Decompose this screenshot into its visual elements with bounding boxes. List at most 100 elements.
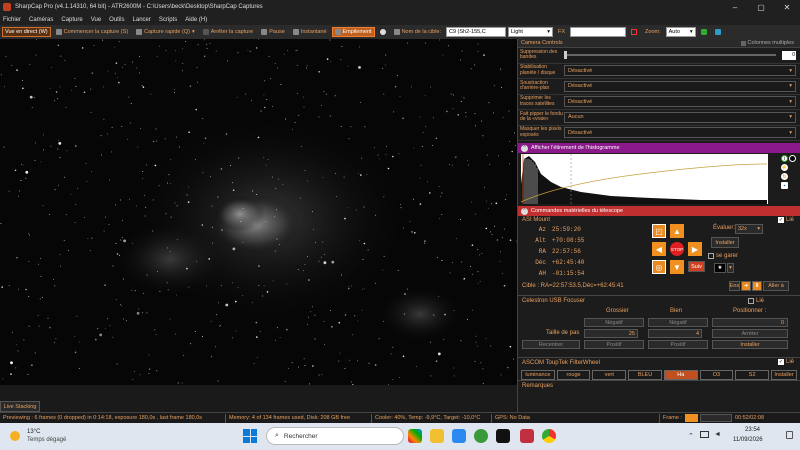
move-east-button[interactable]: ▶ (688, 242, 702, 256)
focuser-linked[interactable]: Lié (748, 298, 764, 304)
histogram-section-header[interactable]: ⌃ Afficher l'étirement de l'histogramme (518, 143, 800, 153)
stop-mount-button[interactable]: STOP (670, 242, 684, 256)
move-south-button[interactable]: ▼ (670, 260, 684, 274)
app-dark-icon[interactable] (496, 429, 510, 443)
info-icon[interactable]: i (781, 155, 788, 162)
filter-s2-button[interactable]: S2 (735, 370, 770, 380)
slider-handle[interactable] (564, 51, 567, 60)
satellite-select[interactable]: Désactivé ▾ (564, 96, 796, 108)
close-button[interactable]: ✕ (774, 0, 800, 14)
histogram-button[interactable] (698, 27, 710, 37)
focuser-stop-button[interactable]: Arrêter (712, 329, 788, 338)
weather-temp[interactable]: 13°C (27, 429, 40, 435)
filter-vert-button[interactable]: vert (592, 370, 627, 380)
move-north-button[interactable]: ▲ (670, 224, 684, 238)
weather-desc[interactable]: Temps dégagé (27, 437, 66, 443)
mail-icon[interactable] (452, 429, 466, 443)
coarse-positive-button[interactable]: Positif (584, 340, 644, 349)
taskbar-search[interactable]: ⌕ Rechercher (266, 427, 404, 445)
colorful-app-icon[interactable] (408, 429, 422, 443)
sharpcap-taskbar-icon[interactable] (520, 429, 534, 443)
rate-select[interactable]: 32x ▾ (735, 224, 763, 234)
fine-positive-button[interactable]: Positif (648, 340, 708, 349)
zoom-select[interactable]: Auto ▾ (665, 27, 696, 37)
stop-capture-button[interactable]: Arrêter la capture (200, 27, 257, 37)
remarks-area[interactable]: Remarques (518, 380, 800, 410)
menu-aide[interactable]: Aide (H) (185, 17, 207, 23)
snapshot-button[interactable]: Instantané (290, 27, 330, 37)
spiral-search-button[interactable]: ◰ (652, 224, 666, 238)
star-button[interactable]: ★ (714, 263, 726, 273)
position-input[interactable]: 0 (712, 318, 788, 327)
menu-lancer[interactable]: Lancer (133, 17, 151, 23)
volume-icon[interactable]: ◄ (714, 431, 721, 438)
live-stacking-tab[interactable]: Live Stacking (0, 401, 40, 412)
coarse-step-input[interactable]: 25 (584, 329, 638, 338)
filter-luminance-button[interactable]: luminance (521, 370, 555, 380)
menu-capture[interactable]: Capture (61, 17, 82, 23)
pause-button[interactable]: Pause (258, 27, 288, 37)
stabilisation-select[interactable]: Désactivé ▾ (564, 65, 796, 77)
filterwheel-install-button[interactable]: Installer (771, 370, 798, 380)
clock-date[interactable]: 11/09/2026 (733, 437, 763, 443)
mount-linked[interactable]: ✓ Lié (777, 217, 794, 223)
weather-icon[interactable] (10, 431, 20, 441)
maximize-button[interactable]: ▢ (748, 0, 774, 14)
live-image[interactable] (0, 39, 517, 385)
telescope-section-header[interactable]: ⌃ Commandes matérielles du télescope (518, 206, 800, 216)
goto-button[interactable]: Aller à (763, 281, 789, 291)
recenter-button[interactable]: Recentrer (522, 340, 580, 349)
fine-negative-button[interactable]: Négatif (648, 318, 708, 327)
save-icon[interactable]: ▪ (781, 182, 788, 189)
live-view-button[interactable]: Vue en direct (W) (2, 27, 51, 37)
network-icon[interactable] (700, 431, 709, 438)
minimize-button[interactable]: – (722, 0, 748, 14)
frame-type-select[interactable]: Light ▾ (508, 27, 553, 37)
stacking-button[interactable]: Empilement (331, 27, 375, 37)
lightning-icon[interactable]: ⚡ (781, 164, 788, 171)
follow-button[interactable]: Suiv (688, 261, 705, 272)
tray-chevron-icon[interactable]: ⌃ (688, 432, 694, 440)
coarse-negative-button[interactable]: Négatif (584, 318, 644, 327)
notification-icon[interactable] (786, 431, 793, 439)
target-center-button[interactable]: ◎ (652, 260, 666, 274)
menu-vue[interactable]: Vue (91, 17, 101, 23)
clock-time[interactable]: 23:54 (745, 427, 760, 433)
menu-scripts[interactable]: Scripts (159, 17, 177, 23)
star-dropdown[interactable]: ▾ (727, 263, 734, 273)
goto-down-button[interactable]: ⬇ (752, 281, 762, 291)
collapse-icon[interactable]: ⌃ (521, 144, 528, 152)
move-west-button[interactable]: ◀ (652, 242, 666, 256)
filter-rouge-button[interactable]: rouge (556, 370, 591, 380)
mask-select[interactable]: Désactivé ▾ (564, 127, 796, 139)
quick-capture-button[interactable]: Capture rapide (Q) ▾ (133, 27, 198, 37)
multi-column-toggle[interactable]: Colonnes multiples (740, 40, 800, 46)
windows-start-icon[interactable] (243, 429, 257, 443)
app-green-icon[interactable] (474, 429, 488, 443)
sync-button[interactable]: Ens (729, 281, 740, 291)
menu-fichier[interactable]: Fichier (3, 17, 21, 23)
menu-cameras[interactable]: Caméras (29, 17, 53, 23)
reticle-button[interactable] (628, 27, 640, 37)
start-capture-button[interactable]: Commencer la capture (S) (53, 27, 132, 37)
target-name-select[interactable]: C9 (Sh2-155,C (446, 27, 506, 37)
refresh-icon[interactable]: ↻ (781, 173, 788, 180)
menu-outils[interactable]: Outils (109, 17, 124, 23)
mount-install-button[interactable]: Installer (711, 237, 739, 248)
filter-bleu-button[interactable]: BLEU (628, 370, 662, 380)
filter-ha-button[interactable]: Ha (663, 370, 698, 380)
filter-o3-button[interactable]: O3 (699, 370, 734, 380)
filterwheel-linked[interactable]: ✓ Lié (777, 359, 794, 365)
tool-button[interactable] (712, 27, 724, 37)
background-select[interactable]: Désactivé ▾ (564, 80, 796, 92)
histogram-chart[interactable] (520, 154, 768, 204)
fx-select[interactable] (570, 27, 627, 37)
fade-select[interactable]: Aucun ▾ (564, 111, 796, 123)
file-explorer-icon[interactable] (430, 429, 444, 443)
park-toggle[interactable]: se garer (708, 253, 738, 259)
collapse-icon[interactable]: ⌃ (521, 207, 528, 215)
contrast-icon[interactable] (789, 155, 796, 162)
chrome-icon[interactable] (542, 429, 556, 443)
focuser-install-button[interactable]: Installer (712, 340, 788, 349)
banding-slider[interactable] (564, 51, 776, 60)
